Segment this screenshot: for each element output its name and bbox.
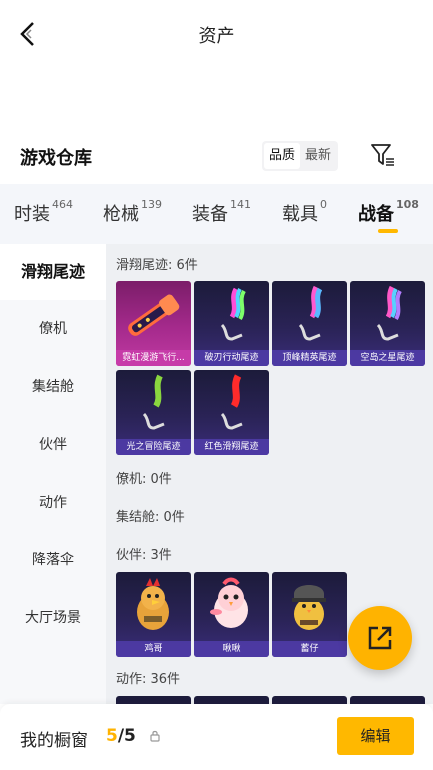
group-label-emote: 动作: 36件 xyxy=(116,672,181,687)
group-label-trail: 滑翔尾迹: 6件 xyxy=(116,258,198,273)
edit-button[interactable]: 编辑 xyxy=(337,717,414,755)
showcase-bar: 我的橱窗 5/5 编辑 xyxy=(0,704,433,770)
trail-art-icon xyxy=(220,374,243,430)
item-name: 红色滑翔尾迹 xyxy=(194,439,269,455)
subcategory-list: 滑翔尾迹 僚机 集结舱 伙伴 动作 降落伞 大厅场景 xyxy=(0,244,106,704)
item-card[interactable]: 鸡哥 xyxy=(116,572,191,657)
tab-count: 0 xyxy=(320,198,327,211)
group-label-partner: 伙伴: 3件 xyxy=(116,548,172,563)
tab-count: 139 xyxy=(141,198,162,211)
tab-label: 战备 xyxy=(358,204,394,225)
showcase-count: 5/5 xyxy=(106,726,136,746)
tab-battle-gear[interactable]: 战备 108 xyxy=(358,198,419,226)
filter-button[interactable] xyxy=(368,140,398,170)
group-label-wingman: 僚机: 0件 xyxy=(116,472,172,487)
subcat-capsule[interactable]: 集结舱 xyxy=(0,359,106,415)
trail-art-icon xyxy=(376,285,402,341)
trail-art-icon xyxy=(298,285,323,341)
lock-icon xyxy=(150,730,160,742)
item-name: 霓虹漫游飞行... xyxy=(116,350,191,366)
subcat-emote[interactable]: 动作 xyxy=(0,475,106,531)
item-card[interactable] xyxy=(116,696,191,704)
item-card[interactable] xyxy=(194,696,269,704)
item-name: 顶峰精英尾迹 xyxy=(272,350,347,366)
active-tab-indicator xyxy=(378,229,398,233)
trail-art-icon xyxy=(128,294,180,336)
item-name: 空岛之星尾迹 xyxy=(350,350,425,366)
tab-label: 时装 xyxy=(14,204,50,225)
sort-toggle: 品质 最新 xyxy=(262,141,339,171)
tab-vehicles[interactable]: 载具 0 xyxy=(282,198,327,226)
tab-count: 108 xyxy=(396,198,419,211)
trail-art-icon xyxy=(142,374,165,430)
share-icon xyxy=(368,626,392,650)
item-card[interactable]: 顶峰精英尾迹 xyxy=(272,281,347,366)
tab-label: 枪械 xyxy=(103,204,139,225)
section-title: 游戏仓库 xyxy=(20,148,92,169)
showcase-current: 5 xyxy=(106,726,118,746)
tab-equipment[interactable]: 装备 141 xyxy=(192,198,251,226)
showcase-total: /5 xyxy=(117,726,136,746)
bird-partner-icon xyxy=(210,577,248,628)
item-card[interactable]: 蓄仔 xyxy=(272,572,347,657)
sort-latest[interactable]: 最新 xyxy=(300,143,336,169)
category-tabs: 时装 464 枪械 139 装备 141 载具 0 战备 108 xyxy=(0,184,433,244)
item-name: 啾啾 xyxy=(194,641,269,657)
item-name: 光之冒险尾迹 xyxy=(116,439,191,455)
item-card[interactable] xyxy=(350,696,425,704)
tab-count: 141 xyxy=(230,198,251,211)
item-name: 蓄仔 xyxy=(272,641,347,657)
item-card[interactable]: 破刃行动尾迹 xyxy=(194,281,269,366)
subcat-glide-trail[interactable]: 滑翔尾迹 xyxy=(0,244,106,300)
subcat-parachute[interactable]: 降落伞 xyxy=(0,532,106,588)
item-name: 破刃行动尾迹 xyxy=(194,350,269,366)
item-card[interactable]: 光之冒险尾迹 xyxy=(116,370,191,455)
group-label-capsule: 集结舱: 0件 xyxy=(116,510,185,525)
section-header: 游戏仓库 品质 最新 xyxy=(0,136,433,176)
tab-guns[interactable]: 枪械 139 xyxy=(103,198,162,226)
chicken-partner-icon xyxy=(137,578,169,630)
chick-partner-icon xyxy=(292,585,326,630)
tab-label: 装备 xyxy=(192,204,228,225)
sort-quality[interactable]: 品质 xyxy=(264,143,301,169)
filter-icon xyxy=(371,144,394,166)
tab-count: 464 xyxy=(52,198,73,211)
header: 资产 xyxy=(0,0,433,70)
showcase-label: 我的橱窗 xyxy=(20,731,88,751)
subcat-lobby-scene[interactable]: 大厅场景 xyxy=(0,590,106,646)
page-title: 资产 xyxy=(198,26,235,47)
item-card[interactable]: 霓虹漫游飞行... xyxy=(116,281,191,366)
tab-fashion[interactable]: 时装 464 xyxy=(14,198,73,226)
item-card[interactable]: 红色滑翔尾迹 xyxy=(194,370,269,455)
item-card[interactable]: 啾啾 xyxy=(194,572,269,657)
item-card[interactable] xyxy=(272,696,347,704)
subcat-partner[interactable]: 伙伴 xyxy=(0,417,106,473)
item-name: 鸡哥 xyxy=(116,641,191,657)
subcat-wingman[interactable]: 僚机 xyxy=(0,301,106,357)
share-button[interactable] xyxy=(348,606,412,670)
tab-label: 载具 xyxy=(282,204,318,225)
trail-art-icon xyxy=(220,287,246,341)
item-card[interactable]: 空岛之星尾迹 xyxy=(350,281,425,366)
